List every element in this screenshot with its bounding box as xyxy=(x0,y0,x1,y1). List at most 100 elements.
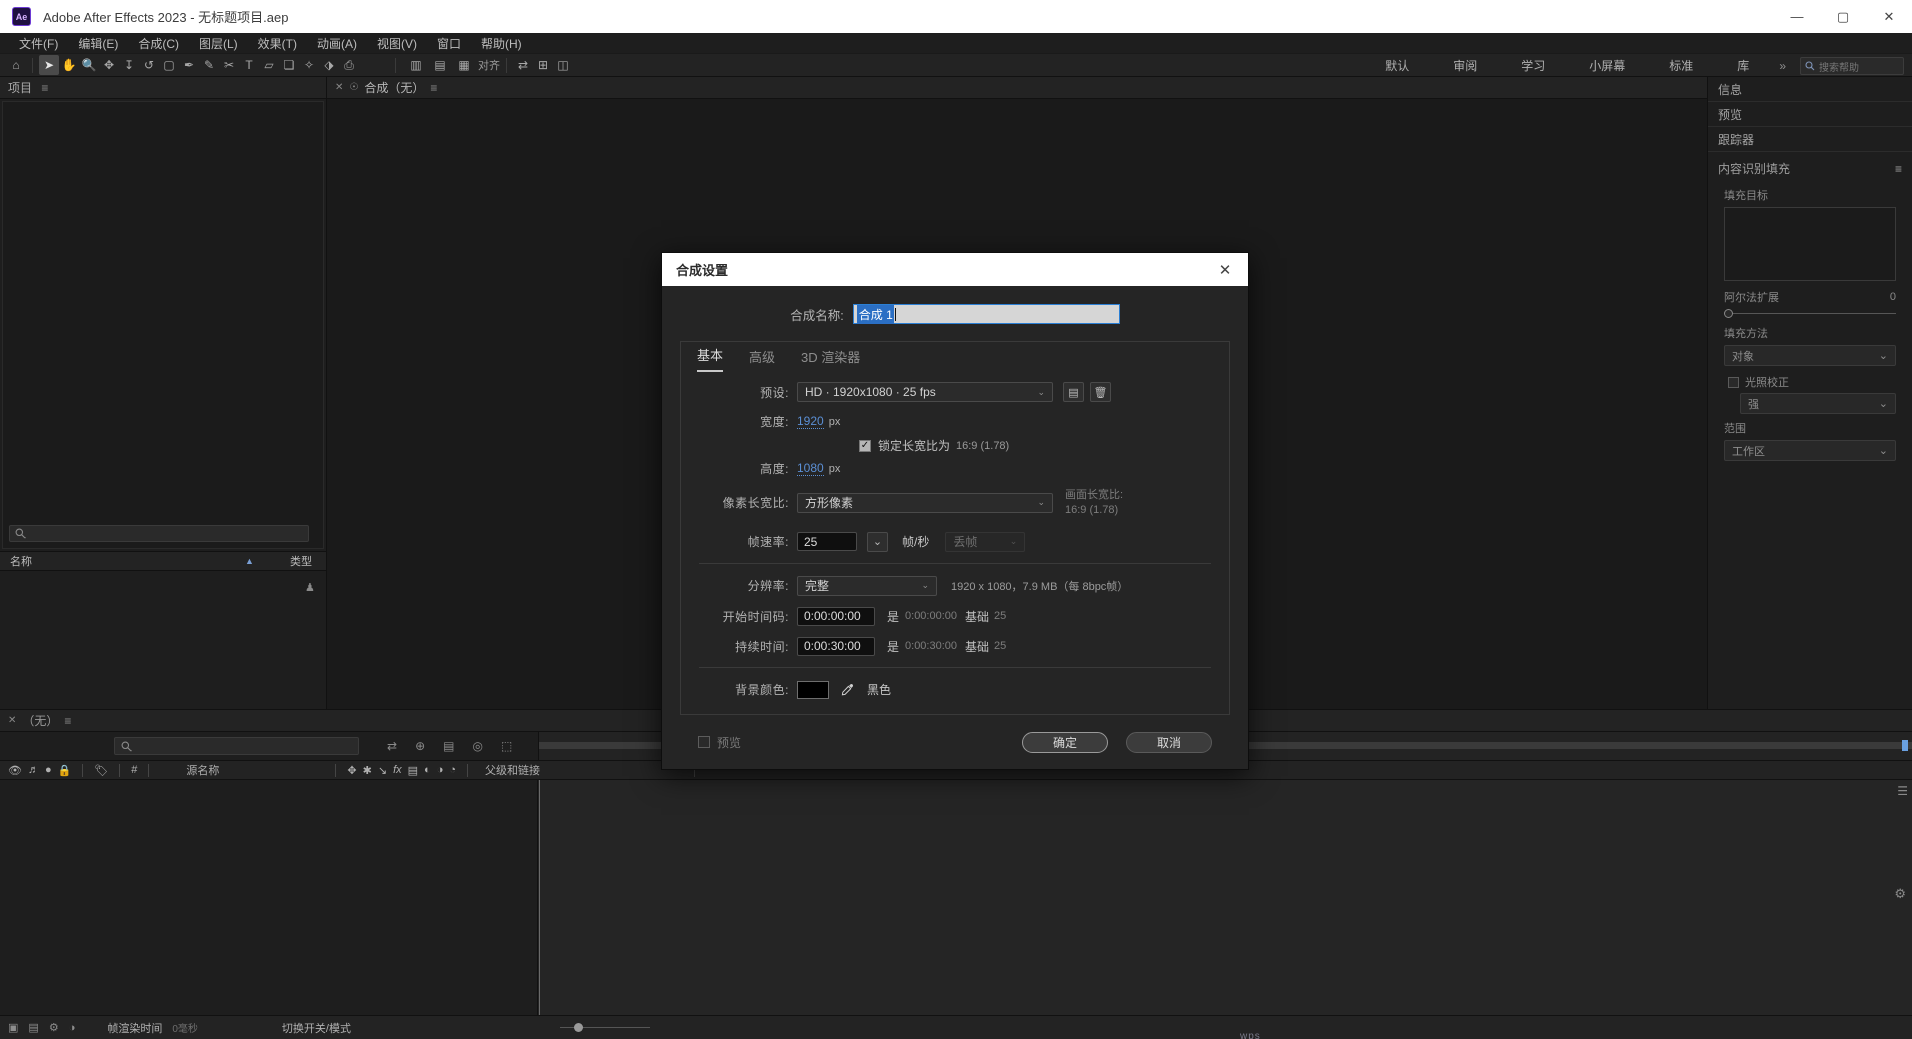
align-right-icon[interactable]: ▦ xyxy=(454,55,474,75)
preset-select[interactable]: HD · 1920x1080 · 25 fps ⌄ xyxy=(797,382,1053,402)
frame-rate-dropdown-button[interactable]: ⌄ xyxy=(867,531,888,552)
tool-clone-icon[interactable]: ▱ xyxy=(259,55,279,75)
solo-icon[interactable]: ● xyxy=(45,764,52,776)
fill-target-preview[interactable] xyxy=(1724,207,1896,281)
lock-aspect-checkbox[interactable]: ✓ 锁定长宽比为 16:9 (1.78) xyxy=(859,437,1009,454)
panel-menu-icon[interactable]: ≡ xyxy=(430,81,437,95)
eyedropper-icon[interactable] xyxy=(837,680,857,700)
label-icon[interactable]: 🏷 xyxy=(94,764,108,777)
lock-icon[interactable]: 🔒 xyxy=(58,764,72,777)
graph-editor-icon[interactable]: ◎ xyxy=(472,739,482,753)
align-center-icon[interactable]: ▤ xyxy=(430,55,450,75)
eye-icon[interactable]: 👁 xyxy=(8,764,22,777)
delete-preset-button[interactable]: 🗑 xyxy=(1090,382,1111,402)
toggle-switches-modes-button[interactable]: 切换开关/模式 xyxy=(282,1020,351,1036)
menu-window[interactable]: 窗口 xyxy=(428,33,470,54)
snapping-icon[interactable]: ⇄ xyxy=(513,55,533,75)
cancel-button[interactable]: 取消 xyxy=(1126,731,1212,753)
switch-frameblend-icon[interactable]: ▤ xyxy=(408,764,418,777)
tool-selection-icon[interactable]: ➤ xyxy=(39,55,59,75)
toggle-switches-icon[interactable]: ▣ xyxy=(8,1021,18,1034)
workspace-more-icon[interactable]: » xyxy=(1771,59,1794,73)
pixel-aspect-select[interactable]: 方形像素 ⌄ xyxy=(797,492,1053,513)
help-search-input[interactable]: 搜索帮助 xyxy=(1800,57,1904,75)
panel-menu-icon[interactable]: ≡ xyxy=(41,81,48,95)
tool-shape-icon[interactable]: ▢ xyxy=(159,55,179,75)
tab-lock-icon[interactable]: ☉ xyxy=(349,82,358,93)
timeline-search-input[interactable] xyxy=(114,737,359,755)
tool-text-icon[interactable]: T xyxy=(239,55,259,75)
project-search-input[interactable] xyxy=(9,525,309,542)
panel-menu-icon[interactable]: ≡ xyxy=(1895,162,1902,176)
tool-roto-icon[interactable]: ❏ xyxy=(279,55,299,75)
guides-icon[interactable]: ◫ xyxy=(553,55,573,75)
workspace-tab-review[interactable]: 审阅 xyxy=(1431,54,1499,78)
index-column-header[interactable]: # xyxy=(131,764,137,776)
sort-ascending-icon[interactable]: ▲ xyxy=(245,556,254,566)
switch-3d-icon[interactable]: ◔ xyxy=(449,764,456,776)
menu-composition[interactable]: 合成(C) xyxy=(129,33,188,54)
composition-mini-flowchart-icon[interactable]: ⇄ xyxy=(387,739,397,753)
tab-basic[interactable]: 基本 xyxy=(697,345,724,372)
switch-motionblur-icon[interactable]: ◐ xyxy=(424,764,431,776)
tool-anchor-icon[interactable]: ↧ xyxy=(119,55,139,75)
tab-project[interactable]: 项目 ≡ xyxy=(8,79,48,96)
tab-composition[interactable]: ✕ ☉ 合成（无） ≡ xyxy=(335,79,437,96)
dialog-close-button[interactable]: ✕ xyxy=(1212,257,1238,283)
range-select[interactable]: 工作区 ⌄ xyxy=(1724,440,1896,461)
tool-home-icon[interactable]: ⌂ xyxy=(6,55,26,75)
tool-brush-icon[interactable]: ✎ xyxy=(199,55,219,75)
minimize-button[interactable]: — xyxy=(1774,0,1820,33)
workspace-tab-library[interactable]: 库 xyxy=(1715,54,1771,78)
tab-advanced[interactable]: 高级 xyxy=(749,347,775,372)
panel-tracker[interactable]: 跟踪器 xyxy=(1708,127,1912,152)
close-button[interactable]: ✕ xyxy=(1866,0,1912,33)
menu-help[interactable]: 帮助(H) xyxy=(472,33,531,54)
panel-info[interactable]: 信息 xyxy=(1708,77,1912,102)
render-queue-icon[interactable]: ⚙ xyxy=(1894,886,1906,902)
menu-file[interactable]: 文件(F) xyxy=(10,33,67,54)
menu-view[interactable]: 视图(V) xyxy=(368,33,426,54)
comp-name-input[interactable]: 合成 1 xyxy=(852,304,1120,324)
workspace-tab-learn[interactable]: 学习 xyxy=(1499,54,1567,78)
source-name-column-header[interactable]: 源名称 xyxy=(186,762,219,778)
slider-knob[interactable] xyxy=(1724,308,1733,318)
brainstorm-icon[interactable]: ◑ xyxy=(69,1022,76,1034)
workspace-tab-small-screen[interactable]: 小屏幕 xyxy=(1567,54,1647,78)
tab-3d-renderer[interactable]: 3D 渲染器 xyxy=(801,347,860,372)
menu-animation[interactable]: 动画(A) xyxy=(308,33,366,54)
timeline-layer-list[interactable] xyxy=(0,780,538,1015)
audio-icon[interactable]: ♬ xyxy=(28,764,39,776)
lighting-correction-select[interactable]: 强 ⌄ xyxy=(1740,393,1896,414)
workspace-tab-standard[interactable]: 标准 xyxy=(1647,54,1715,78)
tool-camera-icon[interactable]: ⎙ xyxy=(339,55,359,75)
column-header-name[interactable]: 名称 xyxy=(10,553,32,569)
align-left-icon[interactable]: ▥ xyxy=(406,55,426,75)
menu-edit[interactable]: 编辑(E) xyxy=(69,33,127,54)
frame-rate-input[interactable]: 25 xyxy=(797,532,857,552)
save-preset-button[interactable]: ▤ xyxy=(1063,382,1084,402)
workspace-tab-default[interactable]: 默认 xyxy=(1363,54,1431,78)
column-header-type[interactable]: 类型 xyxy=(290,553,312,569)
zoom-slider-knob[interactable] xyxy=(574,1023,583,1032)
tab-close-icon[interactable]: ✕ xyxy=(335,82,343,93)
motion-blur-icon[interactable]: ▤ xyxy=(443,739,454,753)
frame-blend-icon[interactable]: ▤ xyxy=(28,1021,38,1034)
draft-3d-icon[interactable]: ⊕ xyxy=(415,739,425,753)
lighting-correction-checkbox[interactable]: 光照校正 xyxy=(1728,374,1896,390)
timeline-track-area[interactable]: ☰ ⚙ xyxy=(538,780,1912,1015)
background-color-swatch[interactable] xyxy=(797,680,829,699)
tool-eraser-icon[interactable]: ✂ xyxy=(219,55,239,75)
resolution-select[interactable]: 完整 ⌄ xyxy=(797,575,937,596)
timeline-zoom-slider[interactable] xyxy=(560,1023,650,1032)
dropframe-select[interactable]: 丢帧 ⌄ xyxy=(945,531,1026,552)
motion-blur-icon[interactable]: ⚙ xyxy=(49,1021,59,1034)
tool-mask-icon[interactable]: ⬗ xyxy=(319,55,339,75)
ok-button[interactable]: 确定 xyxy=(1022,731,1108,753)
timeline-options-icon[interactable]: ☰ xyxy=(1897,784,1908,798)
tool-hand-icon[interactable]: ✋ xyxy=(59,55,79,75)
switch-adjustment-icon[interactable]: ◑ xyxy=(437,764,444,776)
start-timecode-input[interactable]: 0:00:00:00 xyxy=(797,606,875,626)
alpha-expand-slider[interactable] xyxy=(1724,307,1896,319)
tool-zoom-icon[interactable]: 🔍 xyxy=(79,55,99,75)
